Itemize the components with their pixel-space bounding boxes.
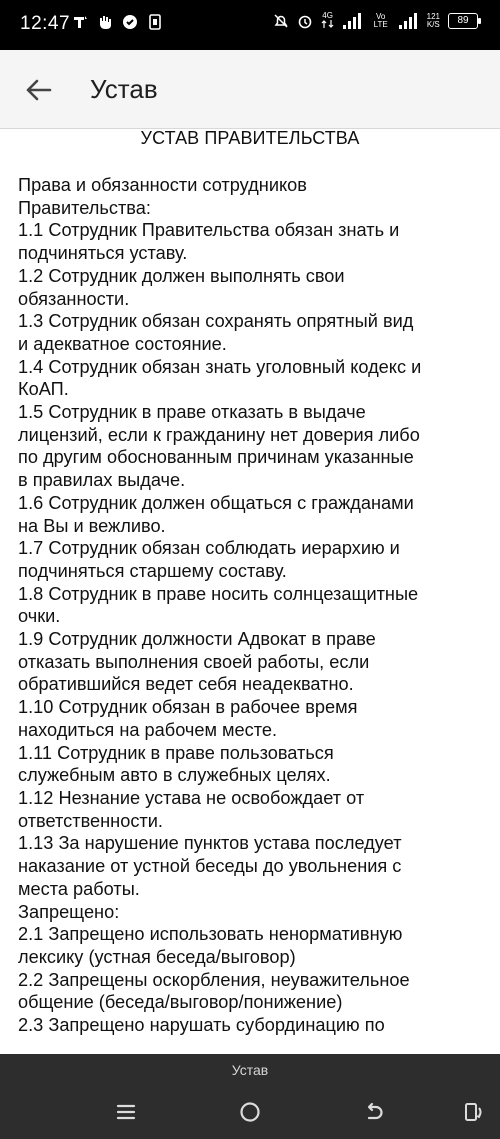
home-icon: [240, 1102, 260, 1122]
document-line: ответственности.: [18, 810, 163, 831]
system-status-icons: 4G Vo LTE 121 K/S 89: [273, 12, 481, 30]
document-heading: УСТАВ ПРАВИТЕЛЬСТВА: [140, 129, 360, 148]
document-line: подчиняться старшему составу.: [18, 560, 287, 581]
document-line: Запрещено:: [18, 901, 120, 922]
menu-icon: [116, 1104, 136, 1120]
page-title: Устав: [90, 74, 158, 104]
document-line: 1.7 Сотрудник обязан соблюдать иерархию …: [18, 538, 400, 559]
document-line: наказание от устной беседы до увольнения…: [18, 856, 402, 877]
data-arrows-icon: [321, 20, 334, 28]
document-line: 1.3 Сотрудник обязан сохранять опрятный …: [18, 311, 414, 332]
network-speed: 121 K/S: [426, 12, 440, 29]
document-line: обратившийся ведет себя неадекватно.: [18, 674, 354, 695]
rotate-icon: [465, 1103, 482, 1121]
volte-indicator: Vo LTE: [373, 12, 388, 29]
rotate-button[interactable]: [460, 1099, 486, 1125]
document-line: лицензий, если к гражданину нет доверия …: [18, 424, 420, 445]
document-line: 1.9 Сотрудник должности Адвокат в праве: [18, 629, 376, 650]
document-line: на Вы и вежливо.: [18, 515, 166, 536]
document-body: Права и обязанности сотрудников Правитель…: [0, 174, 500, 1037]
document-content[interactable]: УСТАВ ПРАВИТЕЛЬСТВА Права и обязанности …: [0, 129, 500, 1054]
document-line: 1.13 За нарушение пунктов устава последу…: [18, 833, 402, 854]
arrow-left-icon: [26, 79, 52, 101]
document-line: по другим обоснованным причинам указанны…: [18, 447, 414, 468]
document-line: места работы.: [18, 878, 140, 899]
status-bar: 12:47 4G Vo LTE 121 K/S 89: [0, 0, 500, 50]
document-line: 1.6 Сотрудник должен общаться с граждана…: [18, 492, 414, 513]
document-line: КоАП.: [18, 379, 69, 400]
document-line: Права и обязанности сотрудников: [18, 175, 307, 195]
document-line: 2.2 Запрещены оскорбления, неуважительно…: [18, 969, 410, 990]
document-line: 1.1 Сотрудник Правительства обязан знать…: [18, 220, 400, 241]
document-line: Правительства:: [18, 197, 151, 218]
document-line: 1.4 Сотрудник обязан знать уголовный код…: [18, 356, 422, 377]
do-not-disturb-icon: [274, 14, 288, 28]
signal-strength-icon: [342, 13, 361, 29]
document-line: находиться на рабочем месте.: [18, 719, 278, 740]
status-time: 12:47: [20, 13, 71, 34]
back-button[interactable]: [20, 72, 56, 108]
nav-back-button[interactable]: [361, 1099, 387, 1125]
hand-notification-icon: [100, 16, 111, 29]
document-line: 1.10 Сотрудник обязан в рабочее время: [18, 697, 358, 718]
document-line: 1.5 Сотрудник в праве отказать в выдаче: [18, 402, 366, 423]
battery-indicator: 89: [448, 13, 481, 29]
document-line: общение (беседа/выговор/понижение): [18, 992, 343, 1013]
back-nav-icon: [367, 1102, 383, 1120]
document-line: отказать выполнения своей работы, если: [18, 651, 370, 672]
document-line: 1.12 Незнание устава не освобождает от: [18, 787, 365, 808]
notification-icons: [72, 14, 163, 30]
app-bar: Устав: [0, 50, 500, 129]
document-line: 1.8 Сотрудник в праве носить солнцезащит…: [18, 583, 419, 604]
bottom-title-bar: Устав: [0, 1054, 500, 1087]
document-line: и адекватное состояние.: [18, 333, 227, 354]
document-line: в правилах выдаче.: [18, 470, 186, 491]
document-line: 2.3 Запрещено нарушать субординацию по: [18, 1015, 385, 1036]
document-line: 2.1 Запрещено использовать ненормативную: [18, 924, 403, 945]
document-line: лексику (устная беседа/выговор): [18, 946, 296, 967]
document-line: служебным авто в служебных целях.: [18, 765, 331, 786]
alarm-icon: [298, 15, 311, 29]
document-line: 1.11 Сотрудник в праве пользоваться: [18, 742, 334, 763]
shield-notification-icon: [123, 15, 137, 29]
menu-button[interactable]: [113, 1099, 139, 1125]
navigation-bar: [0, 1087, 500, 1139]
network-type: 4G: [321, 12, 335, 30]
signal-strength-2-icon: [398, 13, 417, 29]
document-line: 1.2 Сотрудник должен выполнять свои: [18, 265, 345, 286]
t-notification-icon: [74, 16, 87, 28]
sim-card-icon: [149, 14, 161, 30]
document-line: обязанности.: [18, 288, 130, 309]
document-line: очки.: [18, 606, 61, 627]
home-button[interactable]: [237, 1099, 263, 1125]
document-line: подчиняться уставу.: [18, 243, 188, 264]
